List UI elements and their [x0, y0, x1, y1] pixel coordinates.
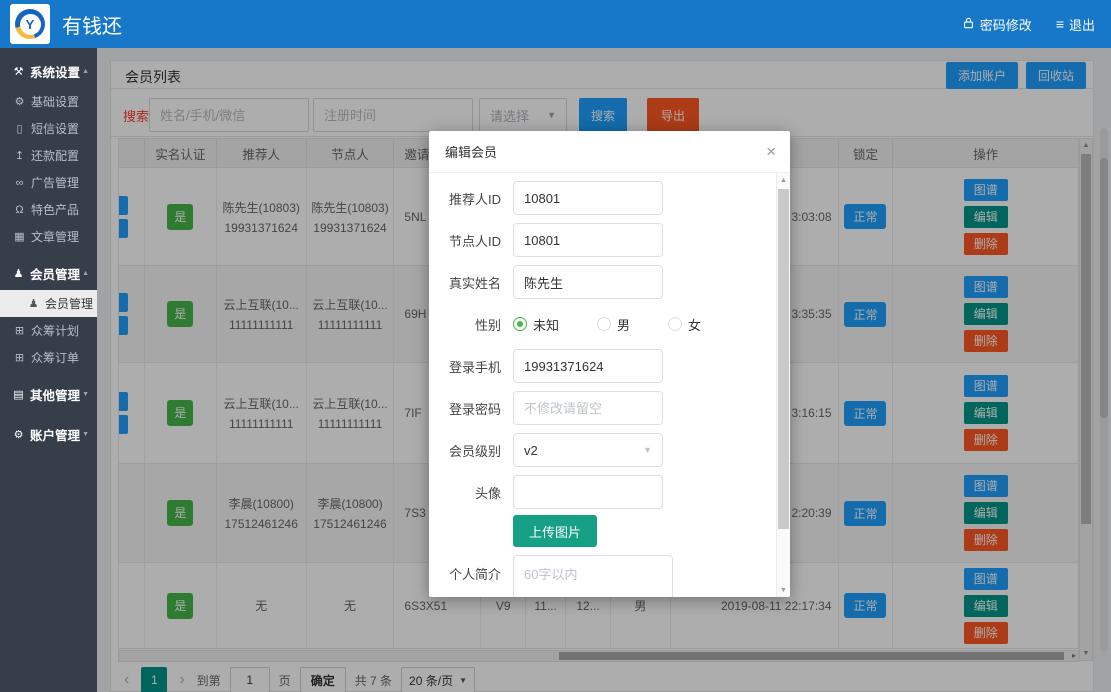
grid-icon: ▦	[13, 230, 26, 243]
password-change-label: 密码修改	[980, 15, 1032, 34]
sidebar-nav: ⚒ 系统设置 ▲ ⚙ 基础设置 ▯ 短信设置 ↥ 还款配置 ∞ 广告管理 Ω 特…	[0, 48, 97, 692]
link-icon: ∞	[13, 177, 26, 189]
login-phone-input[interactable]	[513, 349, 663, 383]
real-name-input[interactable]	[513, 265, 663, 299]
chevron-down-icon: ▼	[643, 445, 652, 455]
close-icon[interactable]: ×	[766, 131, 776, 173]
scroll-down-icon[interactable]: ▼	[777, 583, 790, 597]
radio-icon	[597, 317, 611, 331]
password-change-button[interactable]: 密码修改	[962, 15, 1032, 34]
referrer-id-input[interactable]	[513, 181, 663, 215]
sidebar-item-system-settings[interactable]: ⚒ 系统设置 ▲	[0, 54, 97, 88]
sidebar-item-article-management[interactable]: ▦ 文章管理	[0, 223, 97, 250]
sidebar-item-repayment-config[interactable]: ↥ 还款配置	[0, 142, 97, 169]
avatar-label: 头像	[429, 483, 501, 502]
logout-button[interactable]: ≡ 退出	[1056, 15, 1095, 34]
gear-icon: ⚙	[13, 95, 26, 108]
radio-selected-icon	[513, 317, 527, 331]
sidebar-item-basic-settings[interactable]: ⚙ 基础设置	[0, 88, 97, 115]
logout-label: 退出	[1069, 15, 1095, 34]
gender-radio-male[interactable]: 男	[597, 315, 630, 334]
caret-down-icon: ▼	[82, 391, 89, 398]
tools-icon: ⚒	[12, 65, 25, 78]
node-id-label: 节点人ID	[429, 231, 501, 250]
login-password-label: 登录密码	[429, 399, 501, 418]
bio-textarea[interactable]	[513, 555, 673, 597]
sidebar-item-member-management[interactable]: ♟ 会员管理	[0, 290, 97, 317]
upload-image-button[interactable]: 上传图片	[513, 515, 597, 547]
sidebar-item-featured-products[interactable]: Ω 特色产品	[0, 196, 97, 223]
logo-ring-icon: Y	[15, 9, 45, 39]
list-icon: ≡	[1056, 16, 1064, 32]
edit-member-modal: 编辑会员 × 推荐人ID 节点人ID 真实姓名 性别 未知	[429, 131, 790, 597]
scrollbar-thumb[interactable]	[778, 189, 789, 529]
grid-icon: ⊞	[13, 324, 26, 337]
real-name-label: 真实姓名	[429, 273, 501, 292]
app-window: Y 有钱还 密码修改 ≡ 退出 ⚒ 系统设置 ▲ ⚙ 基础设置	[0, 0, 1111, 692]
app-title: 有钱还	[62, 0, 122, 48]
login-phone-label: 登录手机	[429, 357, 501, 376]
document-icon: ▤	[12, 388, 25, 401]
node-id-input[interactable]	[513, 223, 663, 257]
grid-icon: ⊞	[13, 351, 26, 364]
gender-label: 性别	[429, 315, 501, 334]
gear-icon: ⚙	[12, 428, 25, 441]
bell-icon: Ω	[13, 204, 26, 216]
person-icon: ♟	[27, 297, 40, 310]
caret-up-icon: ▲	[82, 68, 89, 75]
lock-icon	[962, 16, 975, 33]
user-icon: ♟	[12, 267, 25, 280]
gender-radio-group: 未知 男 女	[513, 315, 701, 334]
modal-scrollbar[interactable]: ▲ ▼	[776, 173, 790, 597]
avatar-input[interactable]	[513, 475, 663, 509]
sidebar-item-account-management[interactable]: ⚙ 账户管理 ▼	[0, 417, 97, 451]
bio-label: 个人简介	[429, 555, 501, 583]
login-password-input[interactable]	[513, 391, 663, 425]
modal-title: 编辑会员	[445, 142, 497, 161]
gender-radio-unknown[interactable]: 未知	[513, 315, 559, 334]
gender-radio-female[interactable]: 女	[668, 315, 701, 334]
sidebar-item-sms-settings[interactable]: ▯ 短信设置	[0, 115, 97, 142]
logo-letter: Y	[20, 14, 41, 35]
sidebar-item-ad-management[interactable]: ∞ 广告管理	[0, 169, 97, 196]
app-logo: Y	[10, 4, 50, 44]
sidebar-item-other-management[interactable]: ▤ 其他管理 ▼	[0, 377, 97, 411]
caret-up-icon: ▲	[82, 270, 89, 277]
member-level-label: 会员级别	[429, 441, 501, 460]
modal-body: 推荐人ID 节点人ID 真实姓名 性别 未知	[429, 173, 776, 597]
referrer-id-label: 推荐人ID	[429, 189, 501, 208]
caret-down-icon: ▼	[82, 431, 89, 438]
sidebar-item-crowdfund-plan[interactable]: ⊞ 众筹计划	[0, 317, 97, 344]
sidebar-item-member-management-group[interactable]: ♟ 会员管理 ▲	[0, 256, 97, 290]
phone-icon: ▯	[13, 122, 26, 135]
radio-icon	[668, 317, 682, 331]
member-level-select[interactable]: v2 ▼	[513, 433, 663, 467]
top-header: Y 有钱还 密码修改 ≡ 退出	[0, 0, 1111, 48]
sidebar-item-crowdfund-orders[interactable]: ⊞ 众筹订单	[0, 344, 97, 371]
scroll-up-icon[interactable]: ▲	[777, 173, 790, 187]
modal-header: 编辑会员 ×	[429, 131, 790, 173]
arrow-up-icon: ↥	[13, 149, 26, 162]
